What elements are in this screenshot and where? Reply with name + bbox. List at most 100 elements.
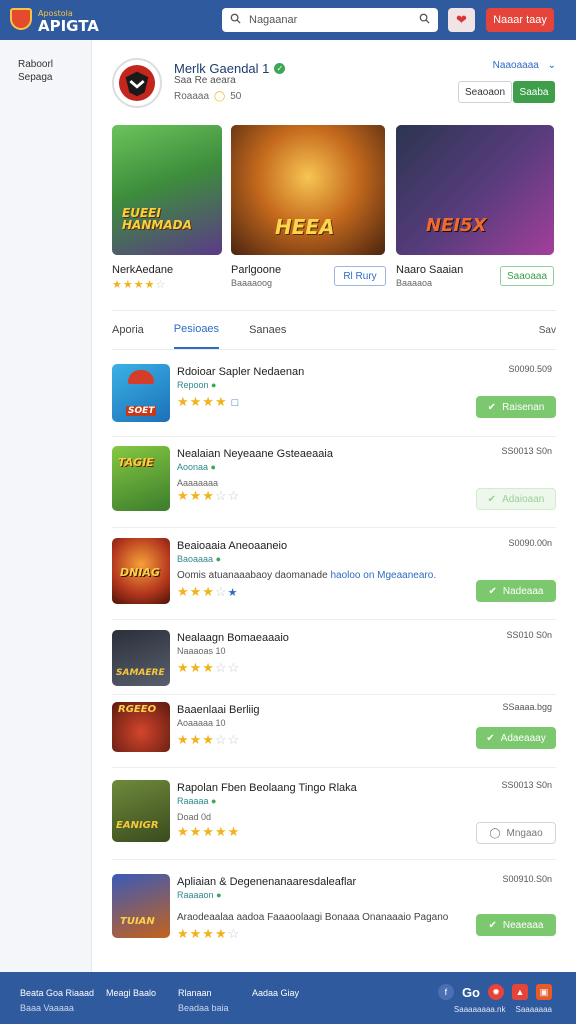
list-item[interactable]: TAGIE Nealaian Neyeaane Gsteaeaaia Aoona…	[112, 446, 556, 528]
site-logo[interactable]: Apostola APIGTA	[10, 7, 210, 35]
developer-secondary-button[interactable]: Seaoaon	[458, 81, 512, 103]
sidebar-item[interactable]: Sepaga	[18, 71, 91, 84]
list-item[interactable]: EANIGR Rapolan Fben Beolaang Tingo Rlaka…	[112, 780, 556, 860]
featured-art-text: NEI5X	[426, 215, 487, 236]
install-button-disabled[interactable]: ✔ Adaioaan	[476, 488, 556, 510]
item-subtitle: Raaaaon ●	[177, 890, 222, 900]
footer-link[interactable]: Beadaa baia	[178, 1001, 229, 1016]
item-description-text: Oomis atuanaaabaoy daomanade	[177, 570, 328, 581]
header-cta-button[interactable]: Naaar taay	[486, 8, 554, 32]
logo-shield-icon	[10, 8, 34, 32]
rating-stars: ★★★☆☆	[177, 732, 241, 747]
item-subtitle-text: Raaaaon	[177, 890, 214, 900]
developer-menu-link[interactable]: Naaoaaaa ⌄	[493, 60, 556, 71]
footer: Beata Goa Riaaad Baaa Vaaaaa Meagi Baalo…	[0, 972, 576, 1024]
featured-action-button[interactable]: Rl Rury	[334, 266, 386, 286]
search-submit-icon[interactable]	[419, 13, 430, 27]
footer-bottom: Saaaaaaaa.nk Saaaaaaa	[454, 1005, 552, 1014]
item-subtitle-text: Baoaaaa	[177, 554, 214, 564]
footer-bottom-link[interactable]: Saaaaaaaa.nk	[454, 1005, 506, 1014]
rating-stars: ★★★★☆	[177, 926, 241, 941]
developer-stat-label: Roaaaa	[174, 91, 210, 102]
search-input[interactable]: Nagaanar	[222, 8, 438, 32]
store-badge-icon[interactable]: ▣	[536, 984, 552, 1000]
list-item[interactable]: SOET Rdoioar Sapler Nedaenan Repoon ● ★★…	[112, 364, 556, 437]
developer-avatar[interactable]	[112, 58, 162, 108]
developer-logo-icon	[118, 64, 156, 102]
item-title: Beaioaaia Aneoaaneio	[177, 540, 288, 552]
list-item[interactable]: DNIAG Beaioaaia Aneoaaneio Baoaaaa ● Oom…	[112, 538, 556, 620]
footer-link[interactable]: Beata Goa Riaaad	[20, 986, 94, 1001]
check-icon: ✔	[487, 401, 497, 413]
pinwheel-icon[interactable]: ✹	[488, 984, 504, 1000]
item-subtitle-text: Repoon	[177, 380, 209, 390]
item-title: Apliaian & Degenenanaaresdaleaflar	[177, 876, 357, 888]
favorites-button[interactable]: ❤	[448, 8, 475, 32]
install-button[interactable]: ✔ Neaeaaa	[476, 914, 556, 936]
featured-meta: Baaaaoog	[231, 278, 273, 288]
app-icon: DNIAG	[112, 538, 170, 604]
app-icon-label: SAMAERE	[116, 668, 165, 678]
chevron-down-icon: ⌄	[547, 60, 556, 71]
item-description-link[interactable]: haoloo on Mgeaanearo.	[330, 570, 436, 581]
tab-bar: Aporia Pesioaes Sanaes Sav	[112, 310, 556, 350]
app-icon-label: TAGIE	[118, 456, 154, 469]
main-panel: Merlk Gaendal 1 ✓ Saa Re aeara Roaaaa ◯ …	[92, 40, 576, 972]
verified-icon: ●	[210, 462, 216, 472]
verified-icon: ✓	[274, 63, 286, 74]
item-description-text: Aaaaaaaa	[177, 478, 219, 488]
footer-link[interactable]: Rlanaan	[178, 986, 229, 1001]
footer-link[interactable]: Aadaa Giay	[252, 986, 299, 1001]
developer-follow-button[interactable]: Saaba	[513, 81, 555, 103]
list-item[interactable]: TUIAN Apliaian & Degenenanaaresdaleaflar…	[112, 874, 556, 954]
install-button[interactable]: ✔ Nadeaaa	[476, 580, 556, 602]
coin-icon: ◯	[214, 91, 226, 102]
app-icon: RGEEO	[112, 702, 170, 752]
secondary-action-label: Mngaao	[506, 827, 543, 839]
install-button[interactable]: ✔ Adaeaaay	[476, 727, 556, 749]
facebook-icon[interactable]: f	[437, 984, 454, 1000]
featured-title[interactable]: Naaro Saaian	[396, 264, 463, 276]
item-size: SS010 S0n	[506, 630, 552, 640]
featured-image[interactable]: EUEEI HANMADA	[112, 125, 222, 255]
featured-image[interactable]: HEEA	[231, 125, 385, 255]
install-button-label: Nadeaaa	[502, 585, 544, 597]
rating-stars: ★★★☆☆	[177, 488, 241, 503]
list-item[interactable]: RGEEO Baaenlaai Berliig Aoaaaaa 10 ★★★☆☆…	[112, 702, 556, 768]
featured-title[interactable]: NerkAedane	[112, 264, 173, 276]
footer-link[interactable]: Baaa Vaaaaa	[20, 1001, 94, 1016]
developer-subtitle: Saa Re aeara	[174, 75, 236, 86]
developer-stat-value: 50	[230, 91, 242, 102]
item-subtitle-text: Aoaaaaa 10	[177, 718, 226, 728]
app-icon-label: EANIGR	[116, 820, 159, 831]
footer-bottom-link[interactable]: Saaaaaaa	[516, 1005, 552, 1014]
item-size: SSaaaa.bgg	[502, 702, 552, 712]
secondary-action-button[interactable]: ◯ Mngaao	[476, 822, 556, 844]
featured-image[interactable]: NEI5X	[396, 125, 554, 255]
social-text[interactable]: Go	[462, 984, 480, 1000]
social-links: f Go ✹ ▲ ▣	[437, 984, 552, 1000]
search-icon	[230, 13, 241, 27]
tab-sort[interactable]: Sav	[539, 325, 556, 336]
install-button-label: Adaeaaay	[500, 732, 546, 744]
rating-stars: ★★★☆★	[177, 584, 239, 599]
featured-art-text: EUEEI HANMADA	[122, 206, 192, 232]
rating-stars: ★★★☆☆	[177, 660, 241, 675]
sidebar-item[interactable]: Raboorl	[18, 58, 91, 71]
tab-apps[interactable]: Aporia	[112, 311, 144, 349]
featured-title[interactable]: Parlgoone	[231, 264, 281, 276]
list-item[interactable]: SAMAERE Nealaagn Bomaeaaaio Naaaoas 10 ★…	[112, 630, 556, 695]
footer-link[interactable]: Meagi Baalo	[106, 986, 156, 1001]
logo-name: APIGTA	[38, 17, 99, 35]
item-subtitle: Aoonaa ●	[177, 462, 216, 472]
app-store-icon[interactable]: ▲	[512, 984, 528, 1000]
app-icon-label: DNIAG	[120, 566, 160, 579]
tab-packages[interactable]: Pesioaes	[173, 311, 220, 349]
footer-column: Meagi Baalo	[106, 986, 156, 1001]
logo-text: Apostola APIGTA	[38, 7, 99, 35]
item-size: S0090.00n	[508, 538, 552, 548]
install-button[interactable]: ✔ Raisenan	[476, 396, 556, 418]
featured-action-button[interactable]: Saaoaaa	[500, 266, 554, 286]
verified-icon: ●	[211, 796, 217, 806]
tab-series[interactable]: Sanaes	[249, 311, 286, 349]
